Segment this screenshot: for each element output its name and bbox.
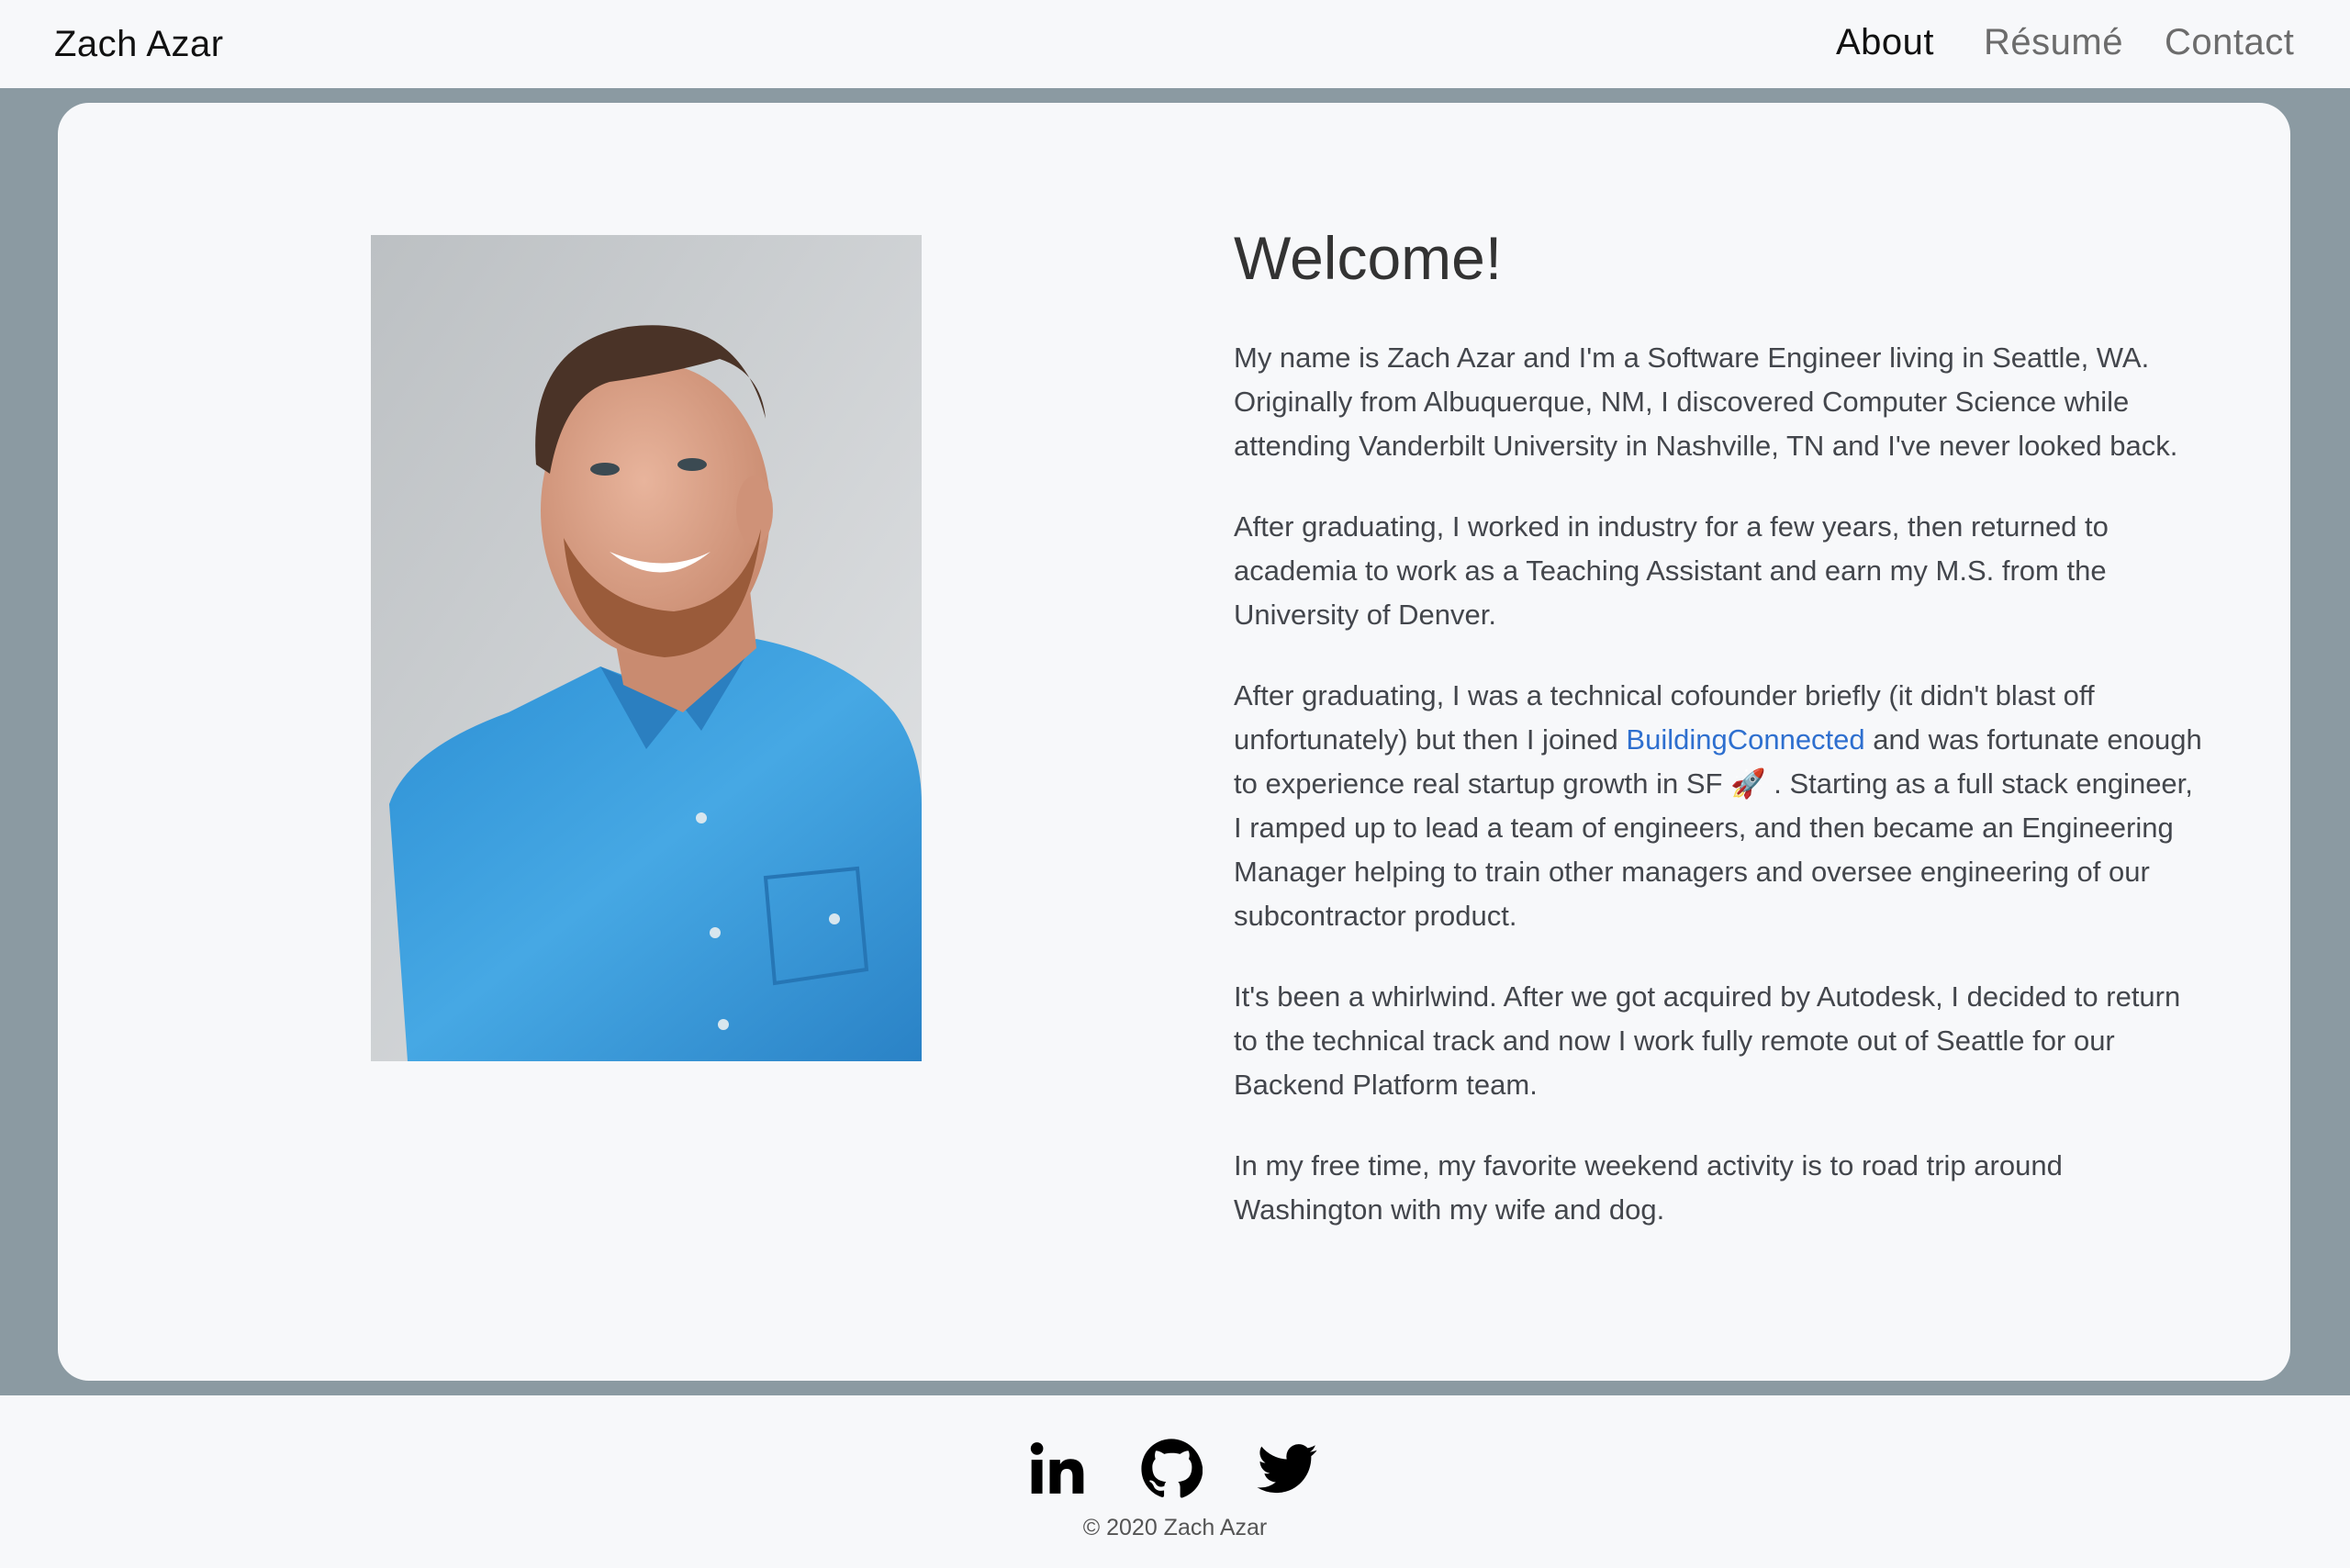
copyright-text: © 2020 Zach Azar — [1082, 1515, 1268, 1540]
linkedin-glyph — [1030, 1442, 1084, 1494]
about-content: Welcome! My name is Zach Azar and I'm a … — [1234, 217, 2207, 1269]
buildingconnected-link[interactable]: BuildingConnected — [1626, 723, 1864, 756]
intro-paragraph: My name is Zach Azar and I'm a Software … — [1234, 342, 2178, 462]
about-card: Welcome! My name is Zach Azar and I'm a … — [58, 103, 2290, 1381]
education-paragraph: After graduating, I worked in industry f… — [1234, 510, 2109, 631]
site-footer: © 2020 Zach Azar — [0, 1395, 2350, 1568]
twitter-icon[interactable] — [1256, 1438, 1318, 1500]
github-icon[interactable] — [1140, 1438, 1203, 1500]
github-glyph — [1141, 1439, 1203, 1498]
twitter-glyph — [1257, 1444, 1317, 1494]
site-brand-link[interactable]: Zach Azar — [54, 20, 224, 68]
portrait-illustration — [371, 235, 922, 1061]
free-time-paragraph: In my free time, my favorite weekend act… — [1234, 1149, 2063, 1226]
nav-link-resume[interactable]: Résumé — [1984, 18, 2123, 66]
career-paragraph: After graduating, I was a technical cofo… — [1234, 674, 2207, 938]
current-role-paragraph: It's been a whirlwind. After we got acqu… — [1234, 980, 2181, 1101]
top-navbar: Zach Azar About Résumé Contact — [0, 0, 2350, 88]
nav-link-contact[interactable]: Contact — [2165, 18, 2294, 66]
linkedin-icon[interactable] — [1026, 1438, 1089, 1500]
nav-link-about[interactable]: About — [1836, 18, 1934, 66]
profile-photo — [371, 235, 922, 1061]
welcome-heading: Welcome! — [1234, 224, 1503, 292]
